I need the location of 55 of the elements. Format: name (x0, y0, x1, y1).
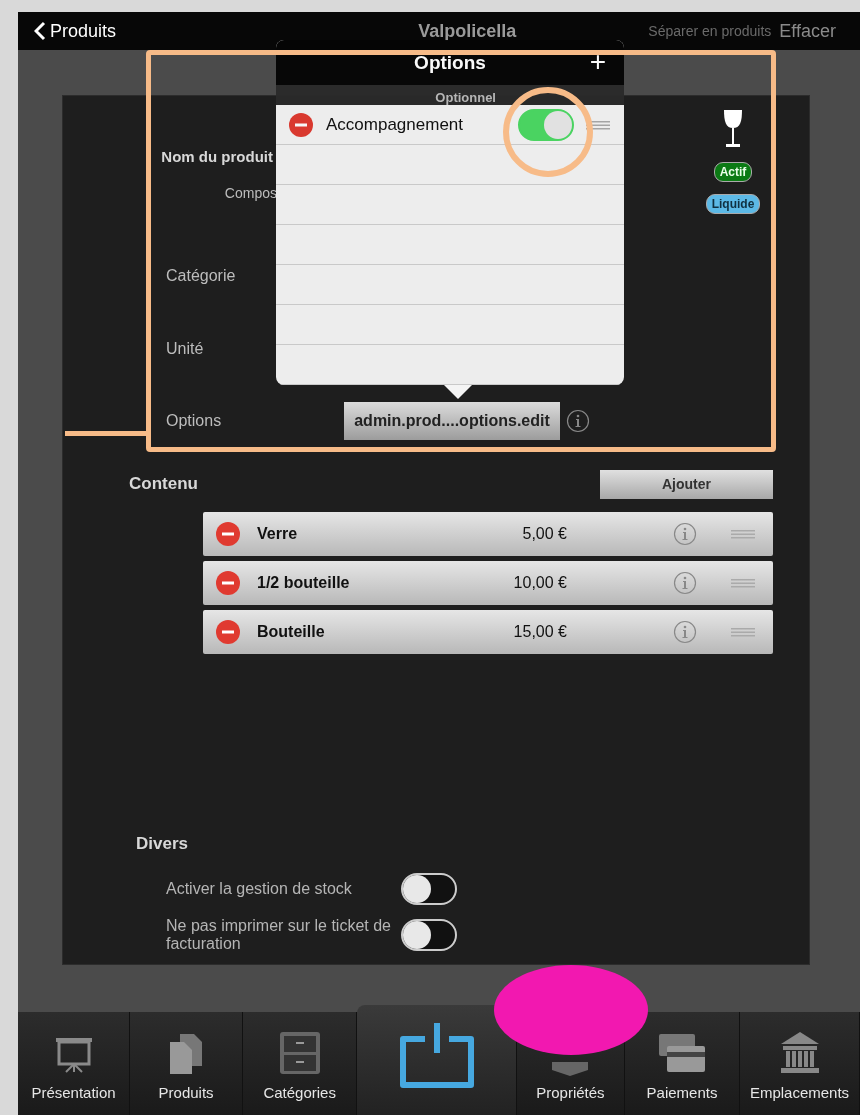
tab-button[interactable]: Paiements (646, 1084, 718, 1101)
toggle-switch[interactable] (401, 919, 457, 951)
info-icon[interactable] (673, 620, 697, 644)
item-price: 5,00 € (521, 525, 567, 543)
tab-button[interactable]: Produits (158, 1084, 214, 1101)
content-row[interactable]: 1/2 bouteille 10,00 € (203, 561, 773, 605)
remove-icon[interactable] (215, 570, 241, 596)
item-name: Verre (257, 525, 299, 543)
add-button[interactable]: Ajouter (600, 469, 773, 499)
info-icon[interactable] (673, 522, 697, 546)
field-label: Nom du produit (161, 147, 273, 165)
status-badge: Liquide (705, 194, 761, 214)
options-button[interactable]: admin.prod....options.edit (344, 402, 560, 440)
field-label: Options (166, 412, 222, 430)
item-price: 15,00 € (512, 623, 567, 641)
item-name: Bouteille (257, 623, 326, 641)
field-label: Compos (224, 185, 277, 201)
remove-icon[interactable] (215, 521, 241, 547)
info-icon[interactable] (673, 571, 697, 595)
remove-icon[interactable] (215, 619, 241, 645)
item-price: 10,00 € (512, 574, 567, 592)
nav-action[interactable]: Séparer en produits (648, 23, 772, 39)
content-row[interactable]: Verre 5,00 € (203, 512, 773, 556)
add-option-button[interactable]: + (589, 46, 606, 78)
nav-title: Valpolicella (417, 20, 518, 42)
setting-label: Ne pas imprimer sur le ticket de facturation (166, 917, 392, 953)
section-header: Optionnel (435, 90, 496, 105)
status-badge: Actif (713, 162, 753, 182)
toggle-switch[interactable] (401, 873, 457, 905)
drag-handle-icon[interactable] (731, 529, 755, 539)
tab-button[interactable]: Emplacements (749, 1084, 850, 1101)
tab-button[interactable]: Catégories (263, 1084, 336, 1101)
toggle-switch[interactable] (518, 108, 574, 141)
field-label: Catégorie (166, 267, 236, 285)
back-label: Produits (50, 20, 117, 42)
wine-glass-icon (721, 108, 745, 150)
option-label: Accompagnement (326, 114, 465, 135)
cabinet-icon (277, 1030, 322, 1076)
content-row[interactable]: Bouteille 15,00 € (203, 610, 773, 654)
section-title: Contenu (129, 474, 198, 494)
back-button[interactable]: Produits (34, 20, 117, 42)
tab-button[interactable]: Présentation (31, 1084, 116, 1101)
field-label: Unité (166, 340, 204, 358)
power-button[interactable] (357, 1005, 517, 1115)
item-name: 1/2 bouteille (257, 574, 351, 592)
chevron-left-icon (34, 21, 46, 41)
info-icon[interactable] (566, 409, 590, 433)
drag-handle-icon[interactable] (731, 578, 755, 588)
drag-handle-icon[interactable] (731, 627, 755, 637)
remove-icon[interactable] (288, 111, 314, 138)
tab-button[interactable]: Propriétés (536, 1084, 605, 1101)
section-title: Divers (136, 834, 188, 854)
nav-action[interactable]: Effacer (779, 20, 836, 42)
popover-title: Options (414, 51, 486, 74)
setting-label: Activer la gestion de stock (166, 880, 353, 898)
